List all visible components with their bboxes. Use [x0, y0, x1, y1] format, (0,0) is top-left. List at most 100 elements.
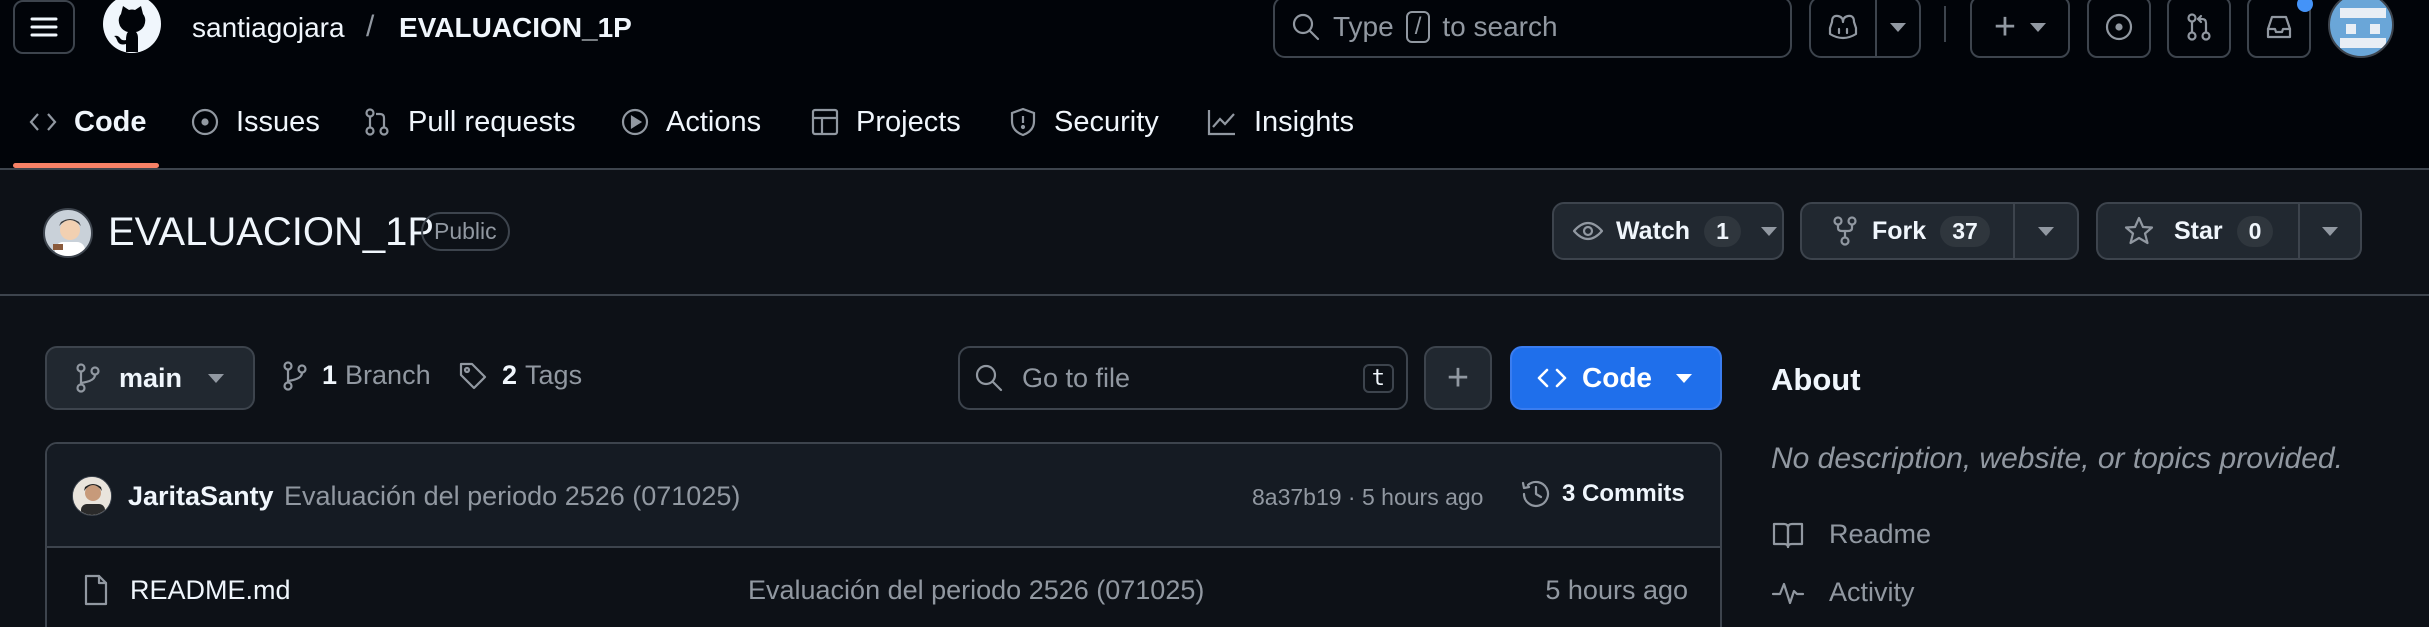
tags-link[interactable]: 2 Tags	[458, 360, 582, 391]
repo-owner-avatar[interactable]	[43, 208, 93, 258]
file-icon	[84, 574, 108, 606]
git-branch-icon	[283, 360, 307, 391]
file-commit-message[interactable]: Evaluación del periodo 2526 (071025)	[748, 575, 1204, 606]
copilot-button[interactable]	[1809, 0, 1877, 58]
branch-selector[interactable]: main	[45, 346, 255, 410]
visibility-badge: Public	[421, 212, 510, 251]
branches-link[interactable]: 1 Branch	[282, 360, 431, 391]
copilot-menu-button[interactable]	[1875, 0, 1921, 58]
pull-requests-button[interactable]	[2167, 0, 2231, 58]
commits-history-link[interactable]: 3 Commits	[1520, 478, 1685, 510]
breadcrumb-owner[interactable]: santiagojara	[192, 12, 345, 44]
fork-count: 37	[1940, 215, 1990, 247]
search-icon	[975, 364, 1003, 392]
global-header: santiagojara / EVALUACION_1P Type / to s…	[0, 0, 2429, 170]
tab-code[interactable]: Code	[28, 92, 147, 152]
readme-link[interactable]: Readme	[1771, 519, 1931, 550]
tab-label: Issues	[236, 105, 320, 138]
github-logo-icon[interactable]	[102, 0, 162, 54]
eye-icon	[1572, 221, 1604, 241]
tab-pull-requests[interactable]: Pull requests	[362, 92, 576, 152]
tab-security[interactable]: Security	[1008, 92, 1159, 152]
chevron-down-icon	[1890, 22, 1906, 32]
activity-link[interactable]: Activity	[1771, 577, 1915, 608]
watch-count: 1	[1704, 215, 1741, 247]
go-to-file-placeholder: Go to file	[1022, 362, 1131, 393]
chevron-down-icon	[2322, 226, 2338, 236]
star-count: 0	[2236, 215, 2274, 247]
code-icon	[29, 113, 57, 131]
search-shortcut-key: /	[1405, 11, 1431, 43]
tag-count: 2	[502, 360, 518, 390]
book-icon	[1772, 522, 1804, 548]
tab-insights[interactable]: Insights	[1206, 92, 1354, 152]
shield-icon	[1010, 107, 1036, 137]
branch-name: main	[119, 362, 183, 393]
breadcrumb-repo[interactable]: EVALUACION_1P	[399, 12, 632, 44]
go-to-file-input[interactable]: Go to file t	[958, 346, 1408, 410]
pulse-icon	[1771, 582, 1805, 604]
chevron-down-icon	[1760, 226, 1777, 236]
history-icon	[1521, 480, 1550, 507]
tag-icon	[459, 362, 487, 389]
code-button-label: Code	[1582, 362, 1652, 393]
file-name[interactable]: README.md	[130, 575, 291, 606]
commit-author-avatar[interactable]	[72, 476, 112, 516]
copilot-icon	[1828, 14, 1858, 40]
file-row[interactable]: README.md Evaluación del periodo 2526 (0…	[47, 548, 1720, 627]
tab-projects[interactable]: Projects	[810, 92, 961, 152]
star-button[interactable]: Star 0	[2096, 202, 2300, 260]
branch-label: Branch	[345, 360, 431, 390]
tab-label: Actions	[666, 105, 762, 138]
about-description: No description, website, or topics provi…	[1771, 442, 2343, 475]
play-icon	[621, 108, 649, 136]
issue-icon	[191, 108, 219, 136]
table-icon	[811, 108, 839, 136]
readme-label: Readme	[1829, 519, 1932, 549]
search-input[interactable]: Type / to search	[1273, 0, 1792, 58]
chevron-down-icon	[1676, 373, 1692, 383]
plus-icon: +	[1993, 6, 2017, 48]
tag-label: Tags	[525, 360, 583, 390]
commit-author[interactable]: JaritaSanty	[128, 481, 274, 512]
plus-icon: +	[1446, 356, 1470, 399]
header-divider	[1944, 6, 1946, 42]
issue-opened-icon	[2105, 13, 2133, 41]
hamburger-icon	[30, 17, 58, 37]
watch-button[interactable]: Watch 1	[1552, 202, 1784, 260]
commit-hash-time[interactable]: 8a37b19 · 5 hours ago	[1252, 484, 1483, 511]
about-heading: About	[1771, 362, 1861, 397]
chevron-down-icon	[208, 373, 225, 383]
git-branch-icon	[76, 363, 100, 393]
search-placeholder-post: to search	[1442, 11, 1558, 42]
star-menu-button[interactable]	[2298, 202, 2362, 260]
issues-button[interactable]	[2087, 0, 2151, 58]
tab-label: Pull requests	[408, 105, 576, 138]
selected-tab-indicator	[13, 163, 159, 168]
menu-button[interactable]	[13, 0, 75, 54]
go-to-file-shortcut: t	[1362, 363, 1394, 393]
fork-menu-button[interactable]	[2013, 202, 2079, 260]
fork-label: Fork	[1872, 216, 1927, 245]
repo-title[interactable]: EVALUACION_1P	[108, 210, 434, 255]
inbox-icon	[2266, 15, 2292, 39]
tab-label: Projects	[856, 105, 961, 138]
tab-label: Insights	[1254, 105, 1354, 138]
create-new-button[interactable]: +	[1970, 0, 2070, 58]
user-avatar[interactable]	[2328, 0, 2394, 58]
file-time: 5 hours ago	[1545, 575, 1688, 605]
tab-actions[interactable]: Actions	[620, 92, 761, 152]
activity-label: Activity	[1829, 577, 1915, 607]
fork-button[interactable]: Fork 37	[1800, 202, 2015, 260]
code-dropdown-button[interactable]: Code	[1510, 346, 1722, 410]
graph-icon	[1207, 110, 1235, 136]
tab-issues[interactable]: Issues	[190, 92, 320, 152]
star-icon	[2124, 216, 2154, 245]
tab-label: Security	[1054, 105, 1159, 138]
commit-message[interactable]: Evaluación del periodo 2526 (071025)	[284, 481, 740, 512]
tab-label: Code	[74, 105, 147, 138]
add-file-button[interactable]: +	[1424, 346, 1492, 410]
repo-forked-icon	[1833, 216, 1857, 246]
commits-count: 3 Commits	[1562, 480, 1685, 507]
pull-request-icon	[365, 108, 389, 136]
